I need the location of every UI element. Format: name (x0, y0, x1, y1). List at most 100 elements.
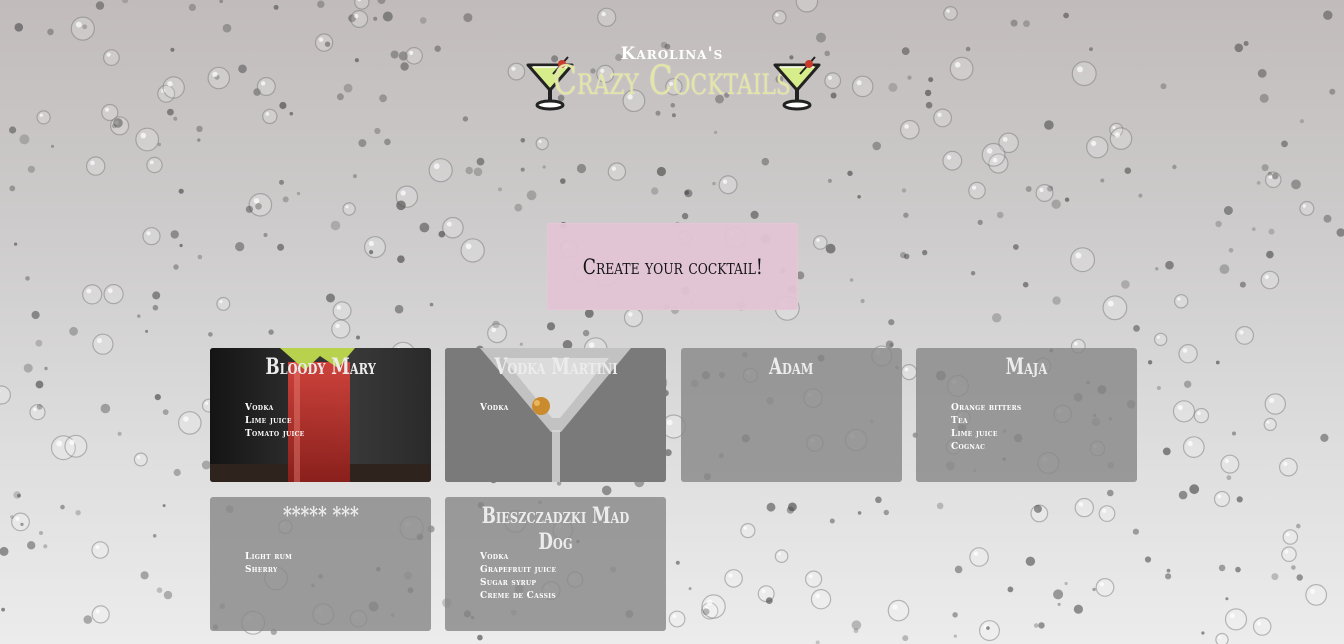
bubble-highlight (86, 288, 92, 294)
cocktail-card-bieszczadzki-mad-dog[interactable]: Bieszczadzki Mad Dog Vodka Grapefruit ju… (445, 497, 666, 631)
brand-title: Crazy Cocktails (553, 58, 791, 104)
bubble (1267, 171, 1273, 177)
bubble (463, 13, 473, 23)
bubble (179, 243, 183, 248)
bubble (584, 309, 594, 318)
bubble (35, 380, 44, 389)
bubble (31, 310, 40, 320)
bubble-highlight (986, 148, 993, 154)
bubble (1281, 546, 1297, 562)
bubble (70, 16, 95, 41)
bubble-highlight (1268, 175, 1273, 179)
bubble (1251, 227, 1256, 232)
bubble (1271, 172, 1279, 180)
bubble (20, 522, 24, 527)
bubble (216, 296, 231, 311)
bubble (188, 3, 196, 11)
bubble (1007, 586, 1014, 593)
bubble (352, 174, 357, 179)
bubble (810, 589, 832, 610)
bubble-highlight (1034, 508, 1039, 513)
ingredient-list: Light rum Sherry (245, 551, 292, 577)
bubble-highlight (96, 338, 102, 344)
bubble (1107, 489, 1114, 497)
bubble (829, 518, 835, 524)
bubble (122, 0, 129, 4)
bubble (1144, 556, 1152, 563)
bubble-highlight (775, 13, 779, 17)
bubble-highlight (808, 574, 813, 579)
bubble (17, 493, 21, 498)
bubble (13, 491, 21, 499)
bubble (1070, 247, 1096, 273)
bubble-highlight (1078, 502, 1084, 507)
bubble (888, 319, 895, 326)
bubble (903, 253, 910, 260)
bubble (1235, 566, 1241, 573)
bubble (519, 342, 523, 346)
cocktail-name: Bieszczadzki Mad Dog (481, 503, 630, 555)
bubble (1305, 584, 1328, 606)
bubble (438, 230, 446, 238)
bubble (1132, 528, 1139, 535)
bubble-highlight (777, 552, 781, 556)
bubble (952, 612, 958, 618)
bubble (1282, 529, 1299, 545)
bubble (860, 298, 865, 304)
bubble (740, 522, 756, 539)
ingredient-list: Vodka (480, 402, 509, 415)
cocktail-card-bloody-mary[interactable]: Bloody Mary Vodka Lime juice Tomato juic… (210, 348, 431, 482)
bubble (1047, 185, 1054, 192)
bubble (827, 178, 832, 183)
bubble (681, 212, 689, 220)
bubble (348, 14, 356, 23)
bubble (197, 254, 203, 260)
bubble (889, 343, 894, 347)
cocktail-card-censored[interactable]: ***** *** Light rum Sherry (210, 497, 431, 631)
bubble (1323, 214, 1332, 223)
bubble (546, 322, 556, 331)
bubble (1095, 578, 1115, 597)
bubble (772, 10, 787, 25)
cocktail-card-adam[interactable]: Adam (681, 348, 902, 482)
ingredient-item: Vodka (480, 552, 509, 562)
cocktail-card-vodka-martini[interactable]: Vodka Martini Vodka (445, 348, 666, 482)
bubble (331, 319, 351, 339)
bubble (9, 185, 16, 192)
bubble (998, 132, 1019, 154)
bubble (197, 138, 201, 142)
bubble-highlight (1112, 125, 1116, 130)
bubble (1260, 270, 1280, 290)
bubble (875, 496, 882, 504)
bubble-highlight (1217, 494, 1222, 499)
bubble (1235, 326, 1254, 345)
bubble-highlight (1074, 342, 1078, 346)
bubble (178, 188, 184, 194)
bubble (208, 332, 213, 337)
cocktail-card-maja[interactable]: Maja Orange bitters Tea Lime juice Cogna… (916, 348, 1137, 482)
create-cocktail-button[interactable]: Create your cocktail! (547, 223, 798, 310)
bubble-highlight (368, 240, 374, 247)
bubble (968, 181, 986, 200)
bubble (887, 599, 910, 622)
bubble (942, 150, 963, 171)
bubble (1226, 475, 1232, 481)
bubble (369, 250, 374, 255)
bubble (163, 590, 173, 600)
bubble (103, 284, 124, 305)
bubble (477, 634, 483, 641)
bubble (152, 534, 157, 538)
bubble (1165, 573, 1172, 580)
bubble (712, 181, 716, 186)
bubble (152, 304, 159, 311)
bubble (900, 364, 918, 381)
bubble (47, 28, 54, 36)
bubble (27, 541, 36, 550)
bubble (27, 165, 35, 173)
bubble (1239, 281, 1246, 288)
bubble-highlight (491, 327, 497, 333)
bubble (675, 560, 680, 565)
bubble (1063, 12, 1069, 19)
bubble (1224, 608, 1248, 631)
bubble (1092, 587, 1096, 592)
